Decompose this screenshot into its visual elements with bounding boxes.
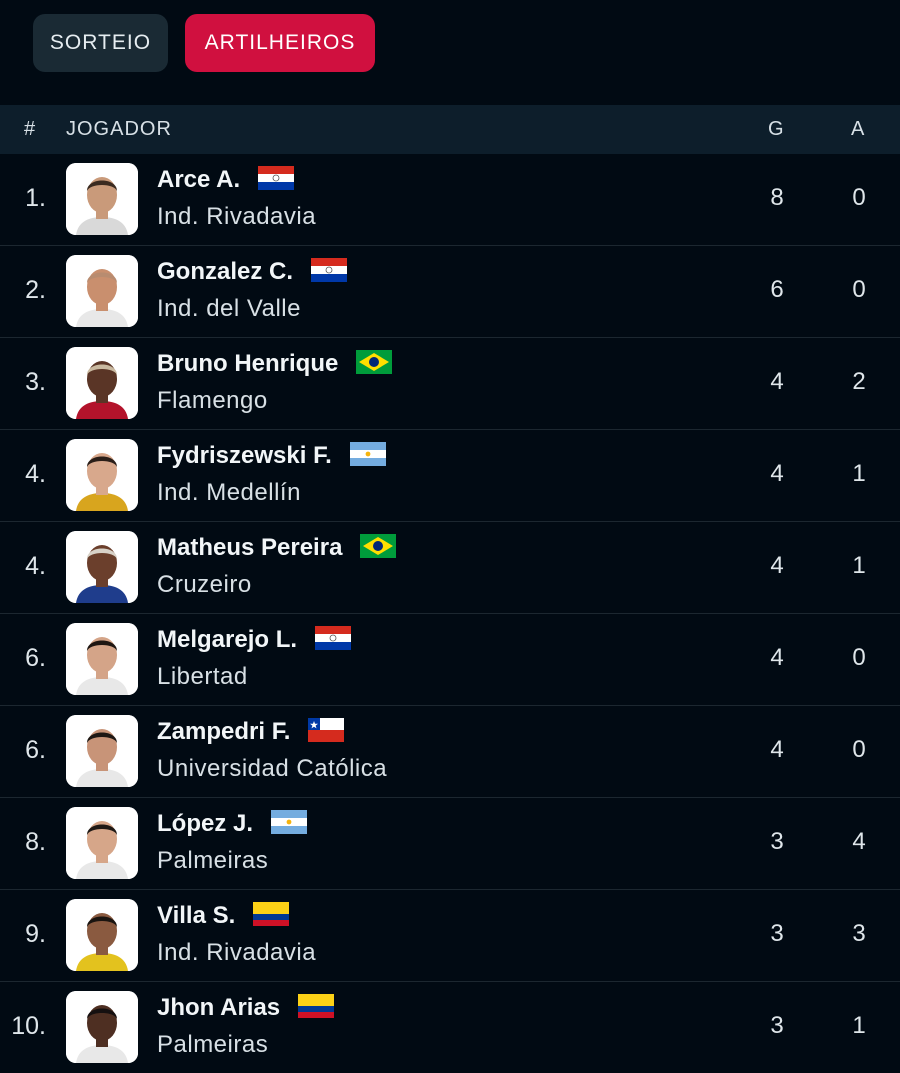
header-assists[interactable]: A	[851, 118, 865, 141]
assists-value: 2	[852, 368, 866, 395]
player-name[interactable]: Matheus Pereira	[157, 534, 342, 562]
team-name[interactable]: Ind. del Valle	[157, 295, 301, 323]
assists-value: 0	[852, 736, 866, 763]
player-avatar[interactable]	[66, 255, 138, 327]
assists-value: 3	[852, 920, 866, 947]
scorer-row[interactable]: 6. Zampedri F. Universidad Católica 4 0	[0, 706, 900, 798]
scorer-row[interactable]: 9. Villa S. Ind. Rivadavia 3 3	[0, 890, 900, 982]
player-name-line: Gonzalez C.	[157, 258, 348, 286]
header-goals[interactable]: G	[768, 118, 785, 141]
scorer-row[interactable]: 3. Bruno Henrique Flamengo 4 2	[0, 338, 900, 430]
goals-value: 4	[770, 552, 784, 579]
goals-value: 6	[770, 276, 784, 303]
assists-value: 0	[852, 276, 866, 303]
player-avatar[interactable]	[66, 715, 138, 787]
player-name-line: Melgarejo L.	[157, 626, 352, 654]
colombia-flag-icon	[298, 994, 335, 1018]
player-name-line: Villa S.	[157, 902, 290, 930]
goals-value: 4	[770, 460, 784, 487]
rank-number: 6.	[25, 644, 46, 672]
assists-value: 0	[852, 184, 866, 211]
tab-sorteio[interactable]: SORTEIO	[33, 14, 168, 72]
rank-number: 4.	[25, 460, 46, 488]
player-name-line: Matheus Pereira	[157, 534, 397, 562]
brazil-flag-icon	[360, 534, 397, 558]
player-name[interactable]: Arce A.	[157, 166, 240, 194]
brazil-flag-icon	[356, 350, 393, 374]
player-avatar[interactable]	[66, 899, 138, 971]
player-name[interactable]: Zampedri F.	[157, 718, 290, 746]
player-name-line: López J.	[157, 810, 308, 838]
argentina-flag-icon	[271, 810, 308, 834]
scorer-row[interactable]: 4. Fydriszewski F. Ind. Medellín 4 1	[0, 430, 900, 522]
player-name-line: Jhon Arias	[157, 994, 335, 1022]
goals-value: 4	[770, 644, 784, 671]
player-name[interactable]: Fydriszewski F.	[157, 442, 332, 470]
player-name-line: Bruno Henrique	[157, 350, 393, 378]
chile-flag-icon	[308, 718, 345, 742]
team-name[interactable]: Ind. Rivadavia	[157, 203, 316, 231]
paraguay-flag-icon	[258, 166, 295, 190]
player-avatar[interactable]	[66, 531, 138, 603]
player-name-line: Arce A.	[157, 166, 295, 194]
team-name[interactable]: Ind. Medellín	[157, 479, 301, 507]
player-name-line: Fydriszewski F.	[157, 442, 386, 470]
player-name-line: Zampedri F.	[157, 718, 345, 746]
team-name[interactable]: Libertad	[157, 663, 248, 691]
rank-number: 8.	[25, 828, 46, 856]
tab-artilheiros[interactable]: ARTILHEIROS	[185, 14, 375, 72]
goals-value: 4	[770, 736, 784, 763]
scorer-row[interactable]: 6. Melgarejo L. Libertad 4 0	[0, 614, 900, 706]
rank-number: 1.	[25, 184, 46, 212]
table-header: # JOGADOR G A	[0, 105, 900, 154]
player-name[interactable]: Villa S.	[157, 902, 235, 930]
scorer-row[interactable]: 1. Arce A. Ind. Rivadavia 8 0	[0, 154, 900, 246]
player-avatar[interactable]	[66, 439, 138, 511]
goals-value: 4	[770, 368, 784, 395]
goals-value: 3	[770, 828, 784, 855]
player-avatar[interactable]	[66, 347, 138, 419]
paraguay-flag-icon	[315, 626, 352, 650]
player-avatar[interactable]	[66, 807, 138, 879]
goals-value: 3	[770, 920, 784, 947]
tab-bar: SORTEIO ARTILHEIROS	[0, 0, 900, 105]
player-name[interactable]: Gonzalez C.	[157, 258, 293, 286]
assists-value: 1	[852, 552, 866, 579]
scorers-list: 1. Arce A. Ind. Rivadavia 8 0 2. Gonzalez C. In…	[0, 154, 900, 1073]
player-name[interactable]: Melgarejo L.	[157, 626, 297, 654]
team-name[interactable]: Palmeiras	[157, 847, 268, 875]
team-name[interactable]: Ind. Rivadavia	[157, 939, 316, 967]
scorer-row[interactable]: 10. Jhon Arias Palmeiras 3 1	[0, 982, 900, 1073]
header-player[interactable]: JOGADOR	[66, 118, 172, 141]
assists-value: 1	[852, 1012, 866, 1039]
assists-value: 4	[852, 828, 866, 855]
player-name[interactable]: Bruno Henrique	[157, 350, 338, 378]
goals-value: 8	[770, 184, 784, 211]
scorer-row[interactable]: 2. Gonzalez C. Ind. del Valle 6 0	[0, 246, 900, 338]
assists-value: 0	[852, 644, 866, 671]
player-avatar[interactable]	[66, 623, 138, 695]
team-name[interactable]: Universidad Católica	[157, 755, 387, 783]
assists-value: 1	[852, 460, 866, 487]
rank-number: 6.	[25, 736, 46, 764]
player-avatar[interactable]	[66, 163, 138, 235]
player-name[interactable]: López J.	[157, 810, 253, 838]
scorer-row[interactable]: 4. Matheus Pereira Cruzeiro 4 1	[0, 522, 900, 614]
player-name[interactable]: Jhon Arias	[157, 994, 280, 1022]
paraguay-flag-icon	[311, 258, 348, 282]
team-name[interactable]: Palmeiras	[157, 1031, 268, 1059]
rank-number: 3.	[25, 368, 46, 396]
rank-number: 9.	[25, 920, 46, 948]
player-avatar[interactable]	[66, 991, 138, 1063]
team-name[interactable]: Cruzeiro	[157, 571, 252, 599]
goals-value: 3	[770, 1012, 784, 1039]
argentina-flag-icon	[349, 442, 386, 466]
team-name[interactable]: Flamengo	[157, 387, 268, 415]
rank-number: 10.	[11, 1012, 46, 1040]
rank-number: 4.	[25, 552, 46, 580]
colombia-flag-icon	[253, 902, 290, 926]
header-rank: #	[24, 118, 37, 140]
scorer-row[interactable]: 8. López J. Palmeiras 3 4	[0, 798, 900, 890]
rank-number: 2.	[25, 276, 46, 304]
